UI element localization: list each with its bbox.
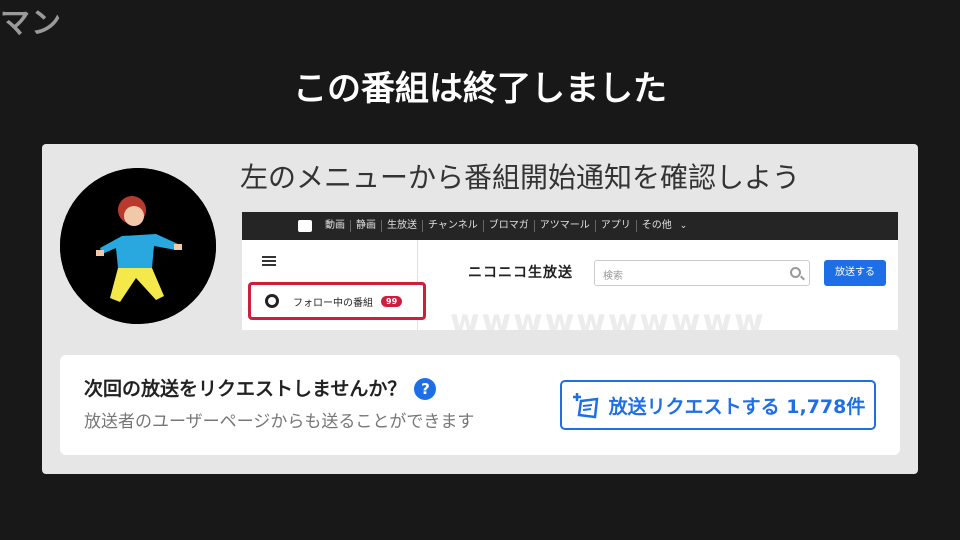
preview-nav-item: 生放送: [381, 220, 422, 232]
request-title-text: 次回の放送をリクエストしませんか？: [84, 378, 407, 400]
broadcaster-avatar[interactable]: [60, 168, 216, 324]
preview-sidebar: フォロー中の番組 99: [242, 240, 426, 330]
nicolive-menu-preview: 動画 静画 生放送 チャンネル ブロマガ アツマール アプリ その他 ⌄ フォロ…: [242, 212, 898, 330]
preview-follow-item-highlighted: フォロー中の番組 99: [248, 282, 426, 320]
broadcast-request-panel: 次回の放送をリクエストしませんか？ ? 放送者のユーザーページからも送ることがで…: [60, 355, 900, 455]
tv-icon: [298, 220, 312, 232]
preview-nav-item: その他: [635, 220, 677, 232]
preview-watermark-text: wwwwwwwwww: [450, 302, 766, 330]
follow-label: フォロー中の番組: [293, 297, 373, 309]
broadcast-request-button[interactable]: 放送リクエストする 1,778件: [560, 380, 876, 430]
nicolive-logo: ニコニコ生放送: [468, 265, 573, 281]
request-button-label: 放送リクエストする 1,778件: [608, 395, 866, 418]
ended-info-card: 左のメニューから番組開始通知を確認しよう 動画 静画 生放送 チャンネル ブロマ…: [42, 144, 918, 474]
preview-nav-item: アプリ: [594, 220, 636, 232]
help-icon[interactable]: ?: [414, 378, 437, 400]
menu-hint-text: 左のメニューから番組開始通知を確認しよう: [240, 161, 801, 194]
search-icon: [790, 267, 801, 278]
corner-title-fragment: マン: [0, 6, 62, 41]
follow-user-icon: [265, 294, 279, 308]
preview-broadcast-button: 放送する: [824, 260, 886, 286]
follow-count-badge: 99: [381, 295, 403, 307]
preview-nav-item: ブロマガ: [482, 220, 534, 232]
chevron-down-icon: ⌄: [679, 221, 688, 231]
preview-nav-item: 静画: [350, 220, 381, 232]
program-ended-title: この番組は終了しました: [293, 69, 667, 109]
avatar-illustration: [60, 168, 216, 324]
request-plus-icon: [572, 393, 599, 419]
preview-nav-item: 動画: [325, 220, 345, 231]
hamburger-menu-icon: [262, 256, 276, 266]
preview-search-placeholder: 検索: [603, 271, 623, 282]
request-subtitle: 放送者のユーザーページからも送ることができます: [84, 412, 475, 432]
request-title: 次回の放送をリクエストしませんか？ ?: [84, 375, 437, 403]
preview-nav-item: アツマール: [533, 220, 595, 232]
preview-search-box: 検索: [594, 260, 810, 286]
preview-nav-item: チャンネル: [422, 220, 483, 232]
preview-top-nav: 動画 静画 生放送 チャンネル ブロマガ アツマール アプリ その他 ⌄: [242, 212, 898, 240]
